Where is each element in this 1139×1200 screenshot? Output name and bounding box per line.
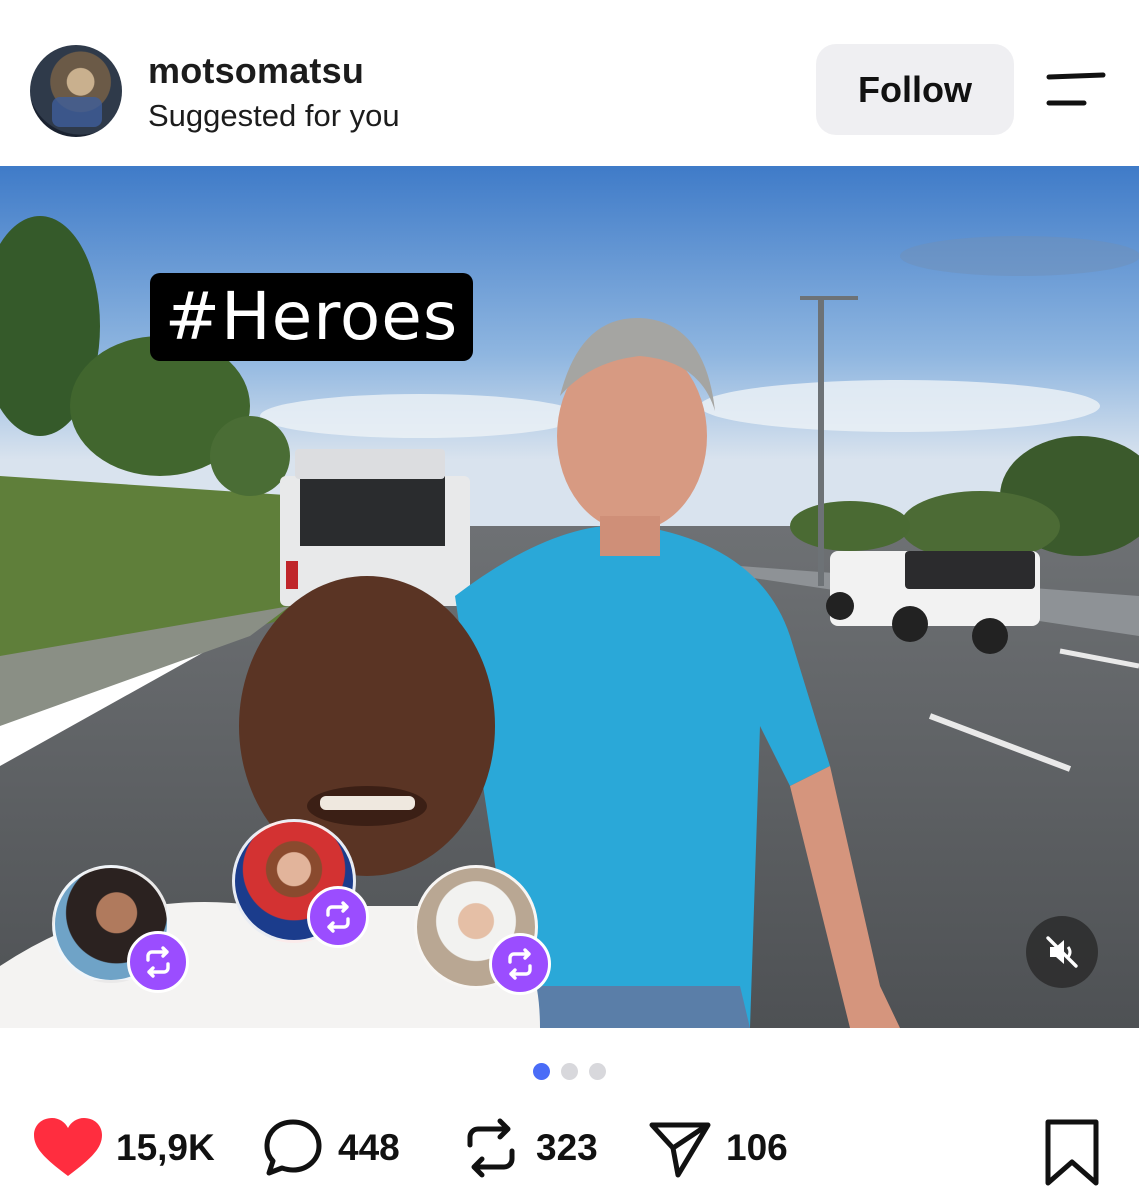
post-photo[interactable]: #Heroes [0,166,1139,1028]
repost-icon [467,1118,515,1178]
pager-dot-3[interactable] [589,1063,606,1080]
like-button[interactable]: 15,9K [34,1110,215,1186]
pager-dot-2[interactable] [561,1063,578,1080]
username[interactable]: motsomatsu [148,50,364,92]
repost-icon [146,946,170,978]
repost-badge-3 [489,933,551,995]
mute-button[interactable] [1026,916,1098,988]
action-bar: 15,9K 448 323 106 [0,1110,1139,1190]
repost-badge-2 [307,886,369,948]
comment-button[interactable]: 448 [262,1110,400,1186]
suggested-label: Suggested for you [148,98,400,133]
share-button[interactable]: 106 [648,1110,788,1186]
pager-dot-1[interactable] [533,1063,550,1080]
heart-icon [34,1118,102,1176]
repost-icon [326,901,350,933]
share-icon [649,1122,711,1178]
carousel-pager [533,1063,606,1081]
like-count: 15,9K [116,1127,215,1168]
comment-count: 448 [338,1127,400,1168]
comment-icon [264,1119,322,1176]
repost-icon [508,948,532,980]
repost-button[interactable]: 323 [460,1110,598,1186]
repost-badge-1 [127,931,189,993]
post-header: motsomatsu Suggested for you Follow [0,0,1139,166]
repost-count: 323 [536,1127,598,1168]
user-avatar[interactable] [30,45,122,137]
follow-button[interactable]: Follow [816,44,1014,135]
bookmark-icon[interactable] [1042,1118,1102,1188]
mute-icon [1046,936,1078,968]
hashtag-label: #Heroes [150,273,473,361]
menu-icon[interactable] [1046,72,1106,108]
share-count: 106 [726,1127,788,1168]
